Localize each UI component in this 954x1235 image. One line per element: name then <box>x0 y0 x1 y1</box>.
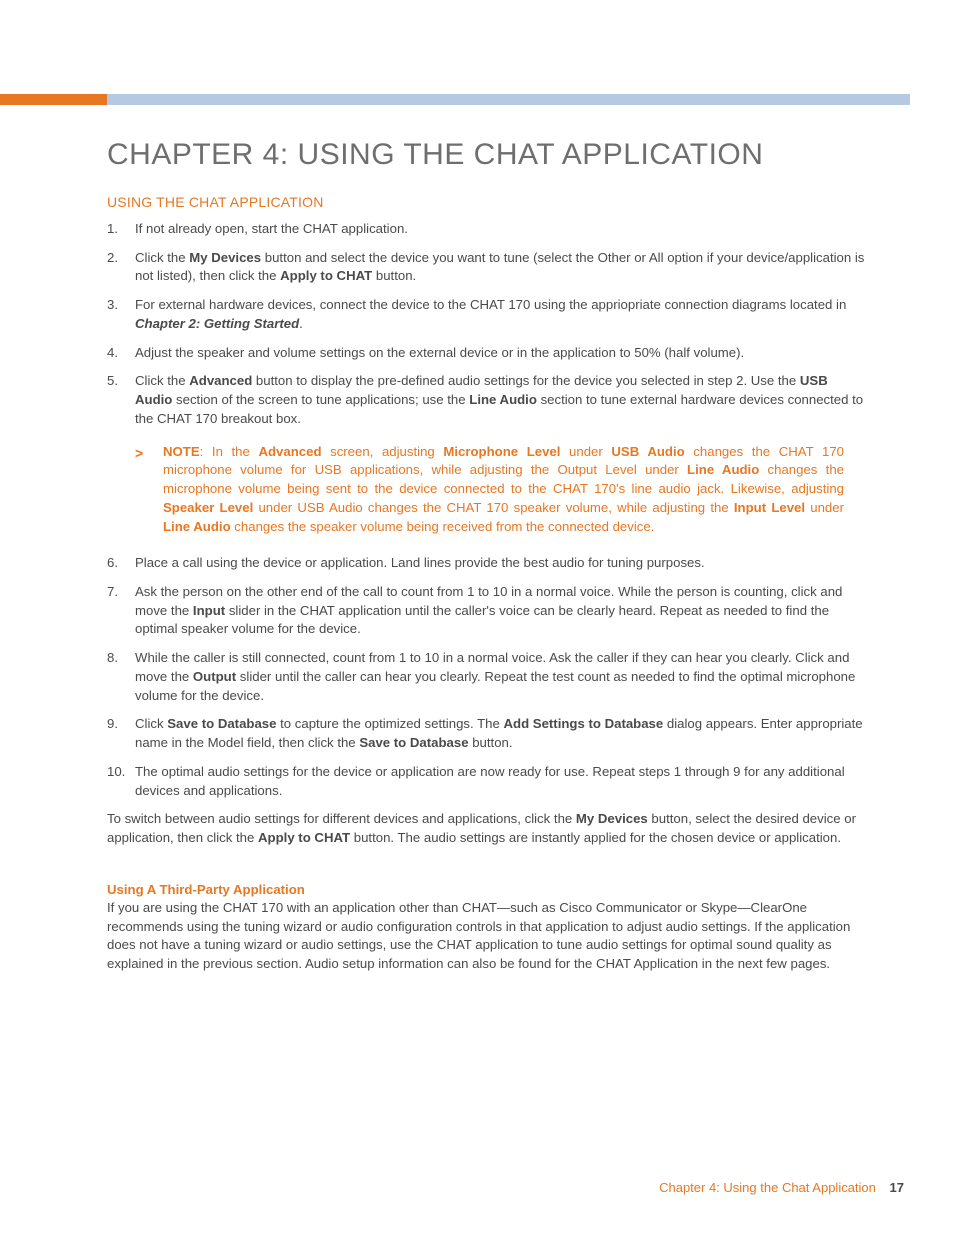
step-number: 8. <box>107 649 135 705</box>
step-text: Ask the person on the other end of the c… <box>135 583 868 639</box>
step-number: 1. <box>107 220 135 239</box>
page-footer: Chapter 4: Using the Chat Application 17 <box>659 1180 904 1195</box>
closing-paragraph: To switch between audio settings for dif… <box>107 810 868 847</box>
step-number: 7. <box>107 583 135 639</box>
chapter-title: CHAPTER 4: USING THE CHAT APPLICATION <box>107 138 868 172</box>
step-9: 9. Click Save to Database to capture the… <box>107 715 868 752</box>
step-number: 5. <box>107 372 135 428</box>
step-3: 3. For external hardware devices, connec… <box>107 296 868 333</box>
step-text: Place a call using the device or applica… <box>135 554 868 573</box>
step-1: 1. If not already open, start the CHAT a… <box>107 220 868 239</box>
chevron-icon: > <box>135 443 163 464</box>
step-8: 8. While the caller is still connected, … <box>107 649 868 705</box>
step-text: The optimal audio settings for the devic… <box>135 763 868 800</box>
header-stripe-orange <box>0 94 107 105</box>
step-7: 7. Ask the person on the other end of th… <box>107 583 868 639</box>
step-number: 3. <box>107 296 135 333</box>
third-party-heading: Using A Third-Party Application <box>107 882 868 897</box>
note-callout: > NOTE: In the Advanced screen, adjustin… <box>135 443 868 537</box>
step-text: If not already open, start the CHAT appl… <box>135 220 868 239</box>
step-text: Click the My Devices button and select t… <box>135 249 868 286</box>
header-stripe-blue <box>107 94 910 105</box>
step-6: 6. Place a call using the device or appl… <box>107 554 868 573</box>
step-text: Click the Advanced button to display the… <box>135 372 868 428</box>
step-number: 10. <box>107 763 135 800</box>
step-10: 10. The optimal audio settings for the d… <box>107 763 868 800</box>
step-text: For external hardware devices, connect t… <box>135 296 868 333</box>
step-text: While the caller is still connected, cou… <box>135 649 868 705</box>
footer-chapter: Chapter 4: Using the Chat Application <box>659 1180 876 1195</box>
step-number: 9. <box>107 715 135 752</box>
steps-list: 1. If not already open, start the CHAT a… <box>107 220 868 429</box>
step-number: 4. <box>107 344 135 363</box>
footer-page-number: 17 <box>890 1180 904 1195</box>
step-number: 6. <box>107 554 135 573</box>
page-content: CHAPTER 4: USING THE CHAT APPLICATION US… <box>107 138 868 974</box>
note-body: NOTE: In the Advanced screen, adjusting … <box>163 443 868 537</box>
step-2: 2. Click the My Devices button and selec… <box>107 249 868 286</box>
step-5: 5. Click the Advanced button to display … <box>107 372 868 428</box>
step-text: Click Save to Database to capture the op… <box>135 715 868 752</box>
step-number: 2. <box>107 249 135 286</box>
step-text: Adjust the speaker and volume settings o… <box>135 344 868 363</box>
third-party-body: If you are using the CHAT 170 with an ap… <box>107 899 868 974</box>
section-heading: USING THE CHAT APPLICATION <box>107 194 868 210</box>
step-4: 4. Adjust the speaker and volume setting… <box>107 344 868 363</box>
steps-list-cont: 6. Place a call using the device or appl… <box>107 554 868 800</box>
